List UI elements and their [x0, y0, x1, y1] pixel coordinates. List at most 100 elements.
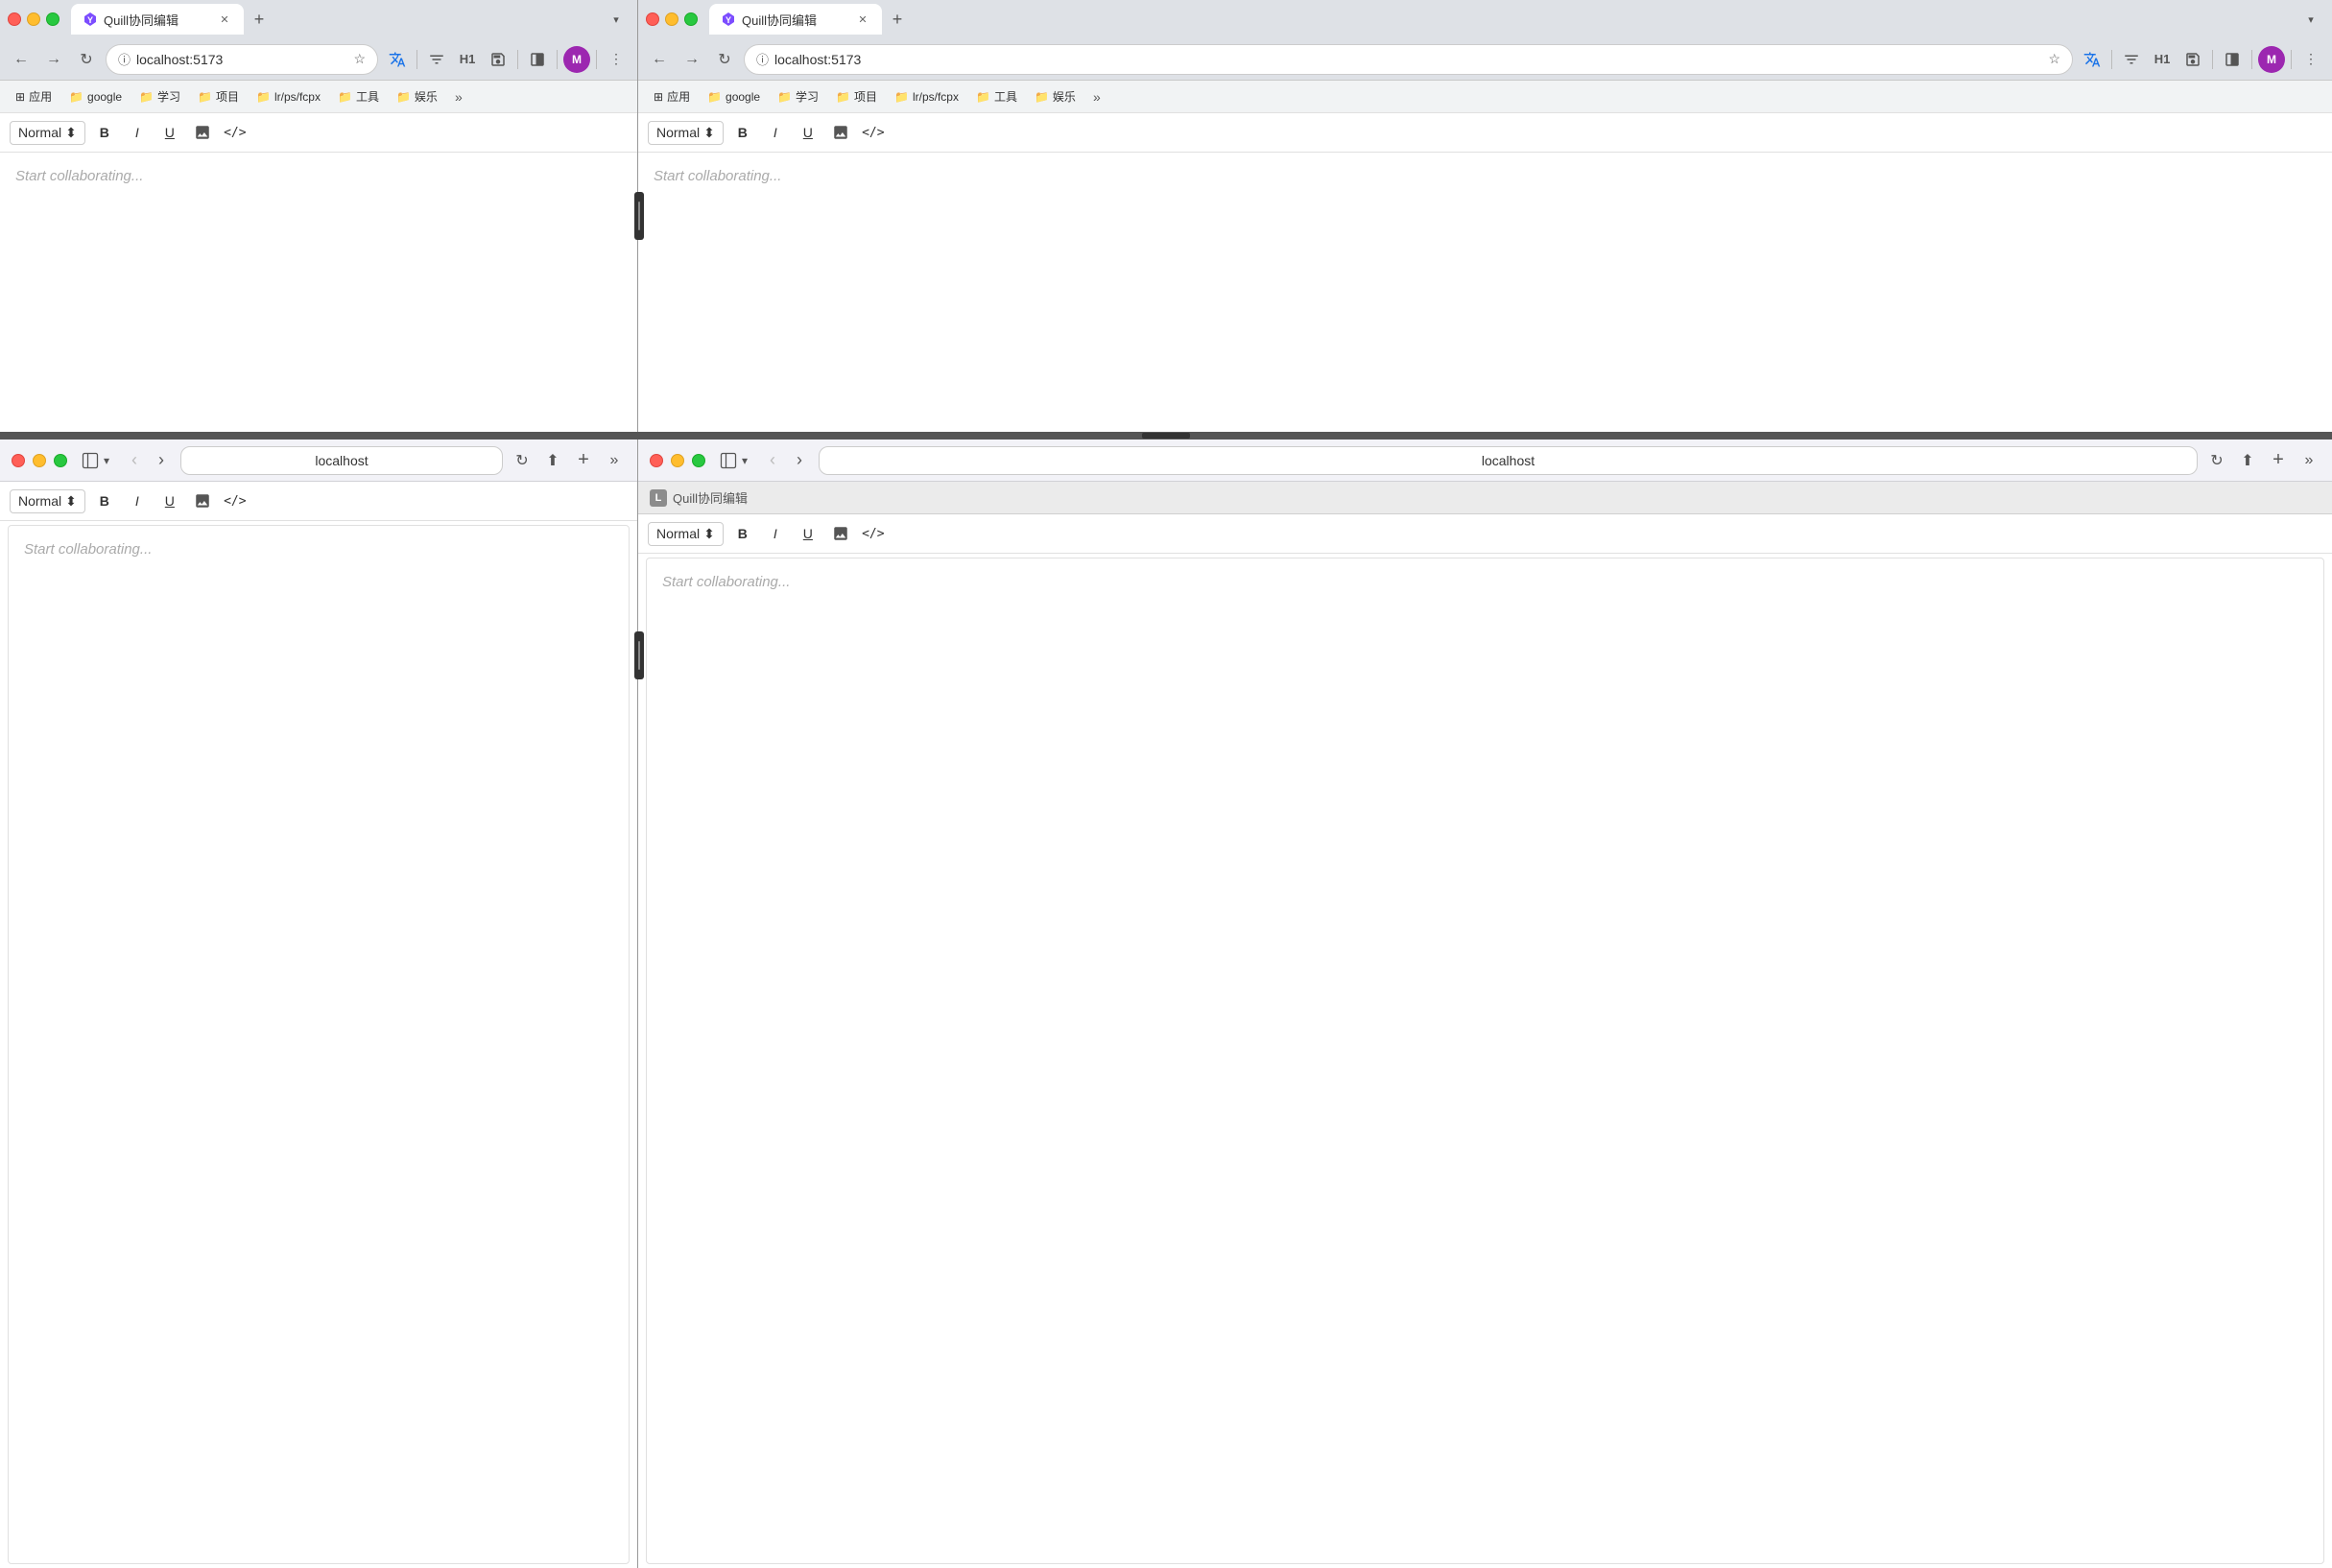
italic-button[interactable]: I: [124, 119, 151, 146]
maximize-button-br[interactable]: [692, 454, 705, 467]
close-button[interactable]: [8, 12, 21, 26]
top-right-editor[interactable]: Start collaborating...: [638, 153, 2332, 344]
save-icon-r[interactable]: [2179, 46, 2206, 73]
minimize-button-br[interactable]: [671, 454, 684, 467]
address-bar[interactable]: ⓘ localhost:5173 ☆: [106, 44, 378, 75]
bold-button-bl[interactable]: B: [91, 487, 118, 514]
image-button-r[interactable]: [827, 119, 854, 146]
vertical-divider-handle-bottom[interactable]: [634, 631, 644, 679]
forward-button-r[interactable]: →: [678, 46, 705, 73]
bookmark-tools[interactable]: 📁 工具: [330, 84, 387, 108]
bookmark-project[interactable]: 📁 项目: [190, 84, 247, 108]
italic-button-r[interactable]: I: [762, 119, 789, 146]
underline-button[interactable]: U: [156, 119, 183, 146]
minimize-button[interactable]: [27, 12, 40, 26]
italic-button-bl[interactable]: I: [124, 487, 151, 514]
share-button-br[interactable]: ⬆: [2236, 449, 2259, 472]
bookmark-lrps-r[interactable]: 📁 lr/ps/fcpx: [887, 86, 966, 107]
bold-button[interactable]: B: [91, 119, 118, 146]
filter-icon-r[interactable]: [2118, 46, 2145, 73]
underline-button-r[interactable]: U: [795, 119, 821, 146]
address-bar-r[interactable]: ⓘ localhost:5173 ☆: [744, 44, 2073, 75]
format-dropdown-br[interactable]: Normal ⬍: [648, 522, 724, 546]
back-button[interactable]: ←: [8, 46, 35, 73]
profile-button[interactable]: M: [563, 46, 590, 73]
image-button-bl[interactable]: [189, 487, 216, 514]
bookmark-lrps[interactable]: 📁 lr/ps/fcpx: [249, 86, 328, 107]
reload-button-bl[interactable]: ↻: [511, 449, 534, 472]
close-button-bl[interactable]: [12, 454, 25, 467]
bookmark-star-icon[interactable]: ☆: [353, 51, 366, 67]
bookmark-apps-r[interactable]: ⊞ 应用: [646, 84, 698, 108]
save-icon[interactable]: [485, 46, 512, 73]
code-button-bl[interactable]: </>: [222, 487, 249, 514]
maximize-button-r[interactable]: [684, 12, 698, 26]
forward-button[interactable]: →: [40, 46, 67, 73]
bookmark-apps[interactable]: ⊞ 应用: [8, 84, 59, 108]
top-left-editor[interactable]: Start collaborating...: [0, 153, 637, 344]
bookmark-study-r[interactable]: 📁 学习: [770, 84, 826, 108]
bold-button-r[interactable]: B: [729, 119, 756, 146]
top-right-tab-close[interactable]: ✕: [855, 12, 870, 27]
h1-icon-r[interactable]: H1: [2149, 46, 2176, 73]
bookmark-project-r[interactable]: 📁 项目: [828, 84, 885, 108]
back-button-br[interactable]: ‹: [761, 449, 784, 472]
more-menu-icon-r[interactable]: ⋮: [2297, 46, 2324, 73]
share-button-bl[interactable]: ⬆: [541, 449, 564, 472]
bottom-left-editor[interactable]: Start collaborating...: [8, 525, 630, 1564]
bookmark-entertainment-r[interactable]: 📁 娱乐: [1027, 84, 1083, 108]
safari-address-bar-br[interactable]: localhost: [819, 446, 2198, 475]
more-bookmarks-button[interactable]: »: [447, 85, 470, 108]
image-button-br[interactable]: [827, 520, 854, 547]
bookmark-google[interactable]: 📁 google: [61, 86, 130, 107]
new-tab-button-r[interactable]: +: [884, 6, 911, 33]
sidebar-toggle-icon[interactable]: [524, 46, 551, 73]
reload-button-br[interactable]: ↻: [2205, 449, 2228, 472]
italic-button-br[interactable]: I: [762, 520, 789, 547]
filter-icon[interactable]: [423, 46, 450, 73]
translate-icon[interactable]: [384, 46, 411, 73]
close-button-br[interactable]: [650, 454, 663, 467]
back-button-bl[interactable]: ‹: [123, 449, 146, 472]
sidebar-button-bl[interactable]: ▾: [75, 447, 115, 474]
new-tab-button[interactable]: +: [246, 6, 273, 33]
translate-icon-r[interactable]: [2079, 46, 2106, 73]
code-button-br[interactable]: </>: [860, 520, 887, 547]
minimize-button-bl[interactable]: [33, 454, 46, 467]
format-dropdown-bl[interactable]: Normal ⬍: [10, 489, 85, 513]
bookmark-study[interactable]: 📁 学习: [131, 84, 188, 108]
more-button-bl[interactable]: »: [603, 449, 626, 472]
back-button-r[interactable]: ←: [646, 46, 673, 73]
underline-button-br[interactable]: U: [795, 520, 821, 547]
forward-button-bl[interactable]: ›: [150, 449, 173, 472]
sidebar-toggle-icon-r[interactable]: [2219, 46, 2246, 73]
quill-tab-br[interactable]: L Quill协同编辑: [650, 488, 748, 507]
sidebar-button-br[interactable]: ▾: [713, 447, 753, 474]
top-left-tab-close[interactable]: ✕: [217, 12, 232, 27]
minimize-button-r[interactable]: [665, 12, 678, 26]
vertical-divider-handle[interactable]: [634, 192, 644, 240]
bookmark-tools-r[interactable]: 📁 工具: [968, 84, 1025, 108]
top-right-tab[interactable]: Y Quill协同编辑 ✕: [709, 4, 882, 35]
close-button-r[interactable]: [646, 12, 659, 26]
more-button-br[interactable]: »: [2297, 449, 2320, 472]
bookmark-google-r[interactable]: 📁 google: [700, 86, 768, 107]
reload-button-r[interactable]: ↻: [711, 46, 738, 73]
format-dropdown[interactable]: Normal ⬍: [10, 121, 85, 145]
add-tab-button-bl[interactable]: +: [572, 449, 595, 472]
reload-button[interactable]: ↻: [73, 46, 100, 73]
h1-icon[interactable]: H1: [454, 46, 481, 73]
code-button-r[interactable]: </>: [860, 119, 887, 146]
forward-button-br[interactable]: ›: [788, 449, 811, 472]
image-button[interactable]: [189, 119, 216, 146]
tab-dropdown-button[interactable]: ▾: [603, 6, 630, 33]
safari-address-bar-bl[interactable]: localhost: [180, 446, 503, 475]
format-dropdown-r[interactable]: Normal ⬍: [648, 121, 724, 145]
more-menu-icon[interactable]: ⋮: [603, 46, 630, 73]
bookmark-star-icon-r[interactable]: ☆: [2048, 51, 2060, 67]
underline-button-bl[interactable]: U: [156, 487, 183, 514]
tab-dropdown-button-r[interactable]: ▾: [2297, 6, 2324, 33]
code-button[interactable]: </>: [222, 119, 249, 146]
maximize-button-bl[interactable]: [54, 454, 67, 467]
bold-button-br[interactable]: B: [729, 520, 756, 547]
